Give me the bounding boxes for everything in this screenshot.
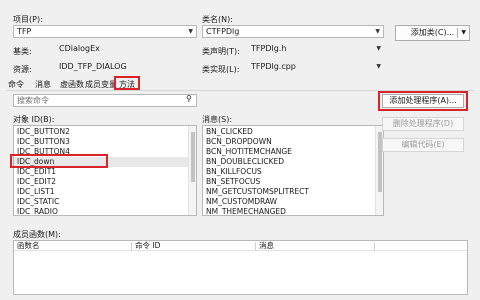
header-file-select[interactable]: TFPDlg.h ▼	[248, 42, 384, 55]
highlight-box	[378, 91, 468, 111]
project-value: TFP	[17, 27, 32, 36]
tab-virtual-functions[interactable]: 虚函数	[60, 79, 84, 90]
tab-messages[interactable]: 消息	[35, 79, 51, 90]
list-item[interactable]: BCN_HOTITEMCHANGE	[203, 147, 383, 157]
tab-commands[interactable]: 命令	[8, 79, 24, 90]
chevron-down-icon: ▼	[375, 28, 380, 35]
project-label: 项目(P):	[13, 15, 43, 24]
chevron-down-icon: ▼	[376, 63, 381, 70]
chevron-down-icon: ▼	[376, 45, 381, 52]
resource-value: IDD_TFP_DIALOG	[59, 62, 127, 71]
base-label: 基类:	[13, 47, 32, 56]
column-header[interactable]: 函数名	[17, 241, 40, 251]
edit-code-button[interactable]: 编辑代码(E)	[382, 138, 464, 152]
list-item[interactable]: IDC_LIST1	[14, 187, 196, 197]
column-divider	[374, 242, 375, 250]
list-item[interactable]: BN_KILLFOCUS	[203, 167, 383, 177]
list-item[interactable]: BN_DOUBLECLICKED	[203, 157, 383, 167]
search-input[interactable]	[13, 94, 197, 107]
list-item[interactable]: IDC_BUTTON2	[14, 127, 196, 137]
list-item[interactable]: NM_CUSTOMDRAW	[203, 197, 383, 207]
list-item[interactable]: IDC_RADIO	[14, 207, 196, 215]
chevron-down-icon: ▼	[461, 29, 466, 36]
resource-label: 资源:	[13, 65, 32, 74]
table-header: 函数名 命令 ID 消息	[14, 241, 467, 251]
column-header[interactable]: 命令 ID	[135, 241, 160, 251]
classname-value: CTFPDlg	[206, 27, 240, 36]
classname-select[interactable]: CTFPDlg ▼	[202, 25, 384, 38]
split-divider	[457, 28, 458, 38]
impl-file-label: 类实现(L):	[202, 65, 240, 74]
project-select[interactable]: TFP ▼	[13, 25, 197, 38]
list-item[interactable]: BCN_DROPDOWN	[203, 137, 383, 147]
list-item[interactable]: IDC_STATIC	[14, 197, 196, 207]
header-file-label: 类声明(T):	[202, 47, 240, 56]
list-item[interactable]: NM_GETCUSTOMSPLITRECT	[203, 187, 383, 197]
scrollbar[interactable]	[188, 126, 196, 215]
list-item[interactable]: IDC_BUTTON3	[14, 137, 196, 147]
add-class-button[interactable]: 添加类(C)... ▼	[395, 25, 470, 41]
column-divider	[255, 242, 256, 250]
member-functions-label: 成员函数(M):	[13, 230, 61, 239]
list-item[interactable]: IDC_EDIT1	[14, 167, 196, 177]
delete-handler-button[interactable]: 删除处理程序(D)	[382, 117, 464, 131]
scrollbar-thumb[interactable]	[191, 132, 195, 182]
header-file-value: TFPDlg.h	[251, 44, 287, 53]
column-divider	[131, 242, 132, 250]
highlight-box	[10, 154, 108, 168]
messages-list[interactable]: BN_CLICKED BCN_DROPDOWN BCN_HOTITEMCHANG…	[202, 125, 384, 216]
add-class-label: 添加类(C)...	[410, 28, 455, 37]
object-id-list[interactable]: IDC_BUTTON2 IDC_BUTTON3 IDC_BUTTON4 IDC_…	[13, 125, 197, 216]
list-item[interactable]: BN_SETFOCUS	[203, 177, 383, 187]
impl-file-value: TFPDlg.cpp	[251, 62, 296, 71]
list-item[interactable]: IDC_EDIT2	[14, 177, 196, 187]
messages-label: 消息(S):	[202, 115, 233, 124]
tab-member-variables[interactable]: 成员变量	[85, 79, 117, 90]
classname-label: 类名(N):	[202, 15, 233, 24]
base-value: CDialogEx	[59, 44, 100, 53]
list-item[interactable]: NM_THEMECHANGED	[203, 207, 383, 215]
impl-file-select[interactable]: TFPDlg.cpp ▼	[248, 60, 384, 73]
object-id-label: 对象 ID(B):	[13, 115, 55, 124]
member-functions-table[interactable]: 函数名 命令 ID 消息	[13, 240, 468, 295]
list-item[interactable]: BN_CLICKED	[203, 127, 383, 137]
highlight-box	[114, 76, 140, 90]
chevron-down-icon: ▼	[188, 28, 193, 35]
column-header[interactable]: 消息	[259, 241, 274, 251]
search-icon[interactable]: ⚲	[186, 94, 192, 103]
